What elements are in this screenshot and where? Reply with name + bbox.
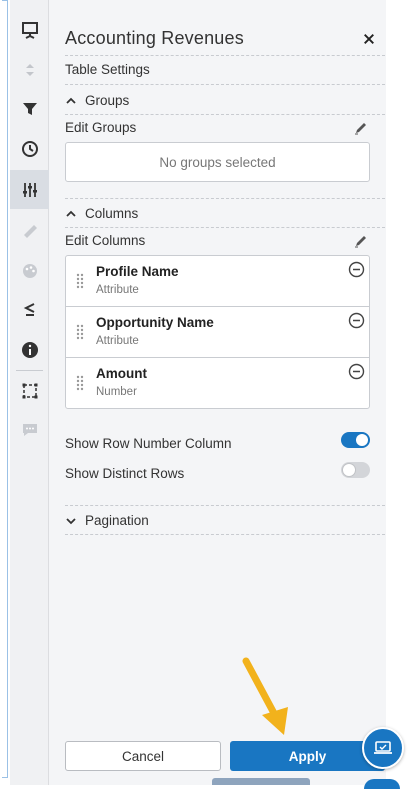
- edit-groups-label: Edit Groups: [65, 120, 137, 135]
- drag-handle-icon[interactable]: [75, 272, 85, 290]
- help-button[interactable]: [362, 727, 404, 769]
- right-gutter: [386, 0, 415, 785]
- show-row-number-label: Show Row Number Column: [65, 436, 232, 451]
- groups-section-toggle[interactable]: Groups: [65, 93, 129, 108]
- edit-columns-pencil-icon[interactable]: [353, 233, 369, 249]
- remove-circle-icon[interactable]: [348, 312, 365, 329]
- chevron-up-icon: [66, 210, 76, 217]
- column-name: Opportunity Name: [96, 315, 214, 330]
- pagination-section-toggle[interactable]: Pagination: [65, 513, 149, 528]
- comment-icon: [10, 412, 49, 448]
- sort-icon: [10, 52, 49, 88]
- close-button[interactable]: [360, 30, 378, 48]
- bottom-fab[interactable]: [364, 779, 400, 789]
- column-name: Profile Name: [96, 264, 179, 279]
- chevron-down-icon: [66, 517, 76, 524]
- presentation-icon[interactable]: [10, 12, 49, 48]
- column-item[interactable]: Profile Name Attribute: [66, 256, 369, 307]
- columns-list: Profile Name Attribute Opportunity Name …: [65, 255, 370, 409]
- edit-groups-pencil-icon[interactable]: [353, 120, 369, 136]
- pagination-section-label: Pagination: [85, 513, 149, 528]
- drag-handle-icon[interactable]: [75, 374, 85, 392]
- table-settings-panel: Accounting Revenues Table Settings Group…: [49, 0, 386, 785]
- panel-subtitle: Table Settings: [65, 62, 150, 77]
- column-name: Amount: [96, 366, 147, 381]
- cancel-button[interactable]: Cancel: [65, 741, 221, 771]
- groups-section-label: Groups: [85, 93, 130, 108]
- show-distinct-rows-toggle[interactable]: [341, 462, 370, 478]
- groups-empty-text: No groups selected: [159, 154, 276, 170]
- help-laptop-icon: [374, 741, 392, 754]
- column-item[interactable]: Amount Number: [66, 358, 369, 409]
- annotation-arrow-icon: [242, 657, 288, 735]
- app-background-edge: [0, 0, 10, 785]
- remove-circle-icon[interactable]: [348, 363, 365, 380]
- filter-icon[interactable]: [10, 91, 49, 127]
- edit-columns-label: Edit Columns: [65, 233, 146, 248]
- column-type: Number: [96, 386, 137, 398]
- column-type: Attribute: [96, 335, 139, 347]
- info-icon[interactable]: [10, 332, 49, 368]
- show-distinct-rows-label: Show Distinct Rows: [65, 466, 185, 481]
- palette-icon: [10, 253, 49, 289]
- groups-dropzone[interactable]: No groups selected: [65, 142, 370, 182]
- columns-section-toggle[interactable]: Columns: [65, 206, 138, 221]
- ruler-icon: [10, 213, 49, 249]
- clock-icon[interactable]: [10, 131, 49, 167]
- sliders-icon[interactable]: [10, 170, 49, 209]
- less-equal-icon[interactable]: [10, 292, 49, 328]
- column-item[interactable]: Opportunity Name Attribute: [66, 307, 369, 358]
- panel-title: Accounting Revenues: [65, 28, 244, 48]
- remove-circle-icon[interactable]: [348, 261, 365, 278]
- side-icon-rail: [10, 0, 49, 785]
- chevron-up-icon: [66, 97, 76, 104]
- column-type: Attribute: [96, 284, 139, 296]
- columns-section-label: Columns: [85, 206, 139, 221]
- show-row-number-toggle[interactable]: [341, 432, 370, 448]
- select-box-icon[interactable]: [10, 373, 49, 409]
- drag-handle-icon[interactable]: [75, 323, 85, 341]
- bottom-status-chip: [212, 778, 310, 785]
- close-icon: [364, 34, 374, 44]
